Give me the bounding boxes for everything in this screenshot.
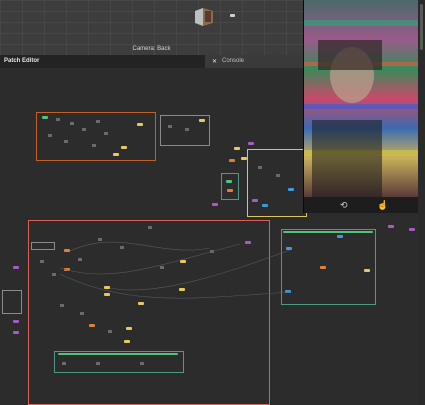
camera-gizmo <box>230 14 235 17</box>
touch-icon[interactable]: ☝ <box>377 200 388 211</box>
preview-toolbar: ⟲ ☝ <box>304 197 418 213</box>
tab-console-label: Console <box>222 58 245 64</box>
scrollbar-thumb[interactable] <box>420 4 423 50</box>
camera-label: Camera: Back <box>132 46 171 52</box>
scene-viewport[interactable]: Camera: Back <box>0 0 303 55</box>
tab-bar: Patch Editor ✕ Console <box>0 55 303 68</box>
flip-camera-icon[interactable]: ⟲ <box>340 200 348 211</box>
tab-console[interactable]: ✕ Console <box>205 55 303 68</box>
scrollbar[interactable] <box>418 0 425 405</box>
preview-effect <box>304 0 418 197</box>
close-icon[interactable]: ✕ <box>212 58 217 65</box>
tab-patch-editor[interactable]: Patch Editor <box>4 58 39 64</box>
camera-preview-panel[interactable]: ⟲ ☝ <box>303 0 418 213</box>
device-preview-icon <box>195 8 213 26</box>
preview-image <box>304 0 418 197</box>
